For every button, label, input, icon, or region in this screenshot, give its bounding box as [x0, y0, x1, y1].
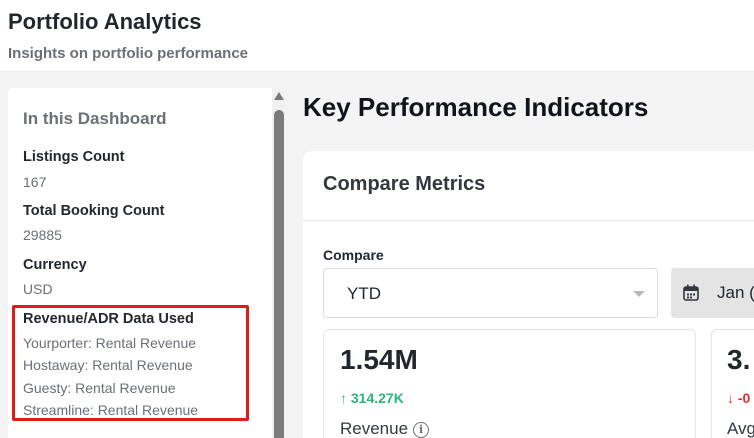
metric-name-label: Revenue [340, 419, 409, 438]
info-icon[interactable]: i [413, 422, 430, 438]
metric-value: 1.54M [340, 344, 418, 375]
compare-metrics-card: Compare Metrics Compare YTD Jan ( 1.54M … [303, 151, 754, 438]
avg-metric-card[interactable]: 3. ↓ -0 Avg [711, 329, 754, 438]
revenue-source-item: Guesty: Rental Revenue [23, 380, 176, 396]
card-heading: Compare Metrics [323, 173, 486, 195]
revenue-source-item: Hostaway: Rental Revenue [23, 357, 193, 373]
metric-delta: ↓ -0 [727, 390, 751, 406]
dashboard-info-sidebar: In this Dashboard Listings Count 167 Tot… [8, 88, 286, 438]
metric-name: Avg [727, 419, 754, 438]
metric-delta: ↑ 314.27K [340, 390, 404, 406]
page-title: Portfolio Analytics [8, 9, 202, 34]
app-header: Portfolio Analytics Insights on portfoli… [0, 0, 754, 72]
revenue-source-item: Yourporter: Rental Revenue [23, 335, 197, 351]
divider [303, 220, 754, 221]
chevron-down-icon [633, 291, 645, 297]
calendar-icon [683, 284, 699, 301]
revenue-data-label: Revenue/ADR Data Used [23, 311, 194, 327]
currency-label: Currency [23, 257, 87, 273]
sidebar-heading: In this Dashboard [23, 109, 167, 128]
compare-select-value: YTD [347, 284, 381, 303]
page-subtitle: Insights on portfolio performance [8, 45, 249, 62]
scrollbar-thumb[interactable] [274, 110, 284, 438]
compare-label: Compare [323, 247, 384, 263]
booking-count-value: 29885 [23, 227, 62, 243]
metric-name: Revenue i [340, 419, 430, 438]
revenue-metric-card[interactable]: 1.54M ↑ 314.27K Revenue i [323, 329, 696, 438]
revenue-source-item: Streamline: Rental Revenue [23, 402, 199, 418]
metric-value: 3. [727, 344, 751, 375]
listings-count-label: Listings Count [23, 149, 125, 165]
date-range-value: Jan ( [717, 283, 754, 302]
scroll-up-arrow-icon[interactable] [274, 92, 284, 100]
booking-count-label: Total Booking Count [23, 203, 165, 219]
compare-period-select[interactable]: YTD [323, 268, 658, 318]
section-title: Key Performance Indicators [303, 92, 649, 122]
listings-count-value: 167 [23, 174, 47, 190]
currency-value: USD [23, 281, 53, 297]
sidebar-scrollbar[interactable] [272, 88, 286, 438]
date-range-picker[interactable]: Jan ( [671, 268, 754, 318]
